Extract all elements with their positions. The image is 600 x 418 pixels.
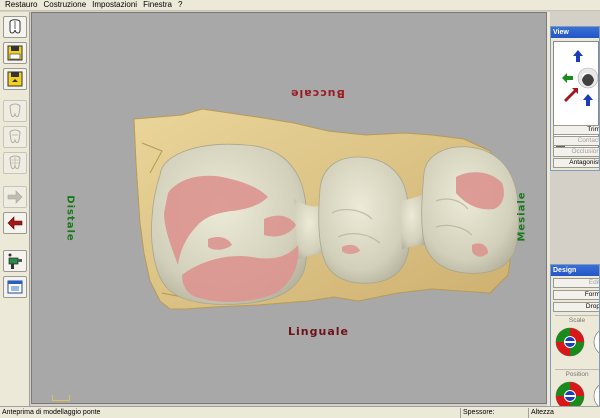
tooth-outline-icon [9, 103, 21, 118]
arrow-right-icon [7, 190, 23, 204]
edit-button[interactable]: Edit [553, 278, 599, 288]
menu-bar: Restauro Costruzione Impostazioni Finest… [0, 0, 600, 11]
arrow-up-icon [573, 50, 583, 62]
status-bar: Anteprima di modellaggio ponte Spessore:… [0, 406, 600, 418]
tooth-grid-button[interactable] [3, 152, 27, 174]
save-button[interactable] [3, 42, 27, 64]
menu-finestra[interactable]: Finestra [140, 0, 175, 10]
tooth-arch-button[interactable] [3, 16, 27, 38]
position-control[interactable] [555, 381, 585, 408]
arrow-left-icon [7, 216, 23, 230]
thickness-field: Spessore: [460, 408, 528, 418]
design-panel-title: Design [551, 265, 599, 276]
position-ring-icon [555, 381, 585, 408]
scale-ring-secondary-icon [593, 330, 599, 354]
arrow-diagonal-icon [564, 88, 578, 102]
view-panel: View + Trim Contact Occlusion Antagonist [550, 26, 600, 171]
mesial-label: Mesiale [516, 191, 528, 242]
scale-control[interactable] [555, 327, 585, 357]
design-panel: Design Edit Form Drop Scale Position [550, 264, 600, 409]
antagonist-button[interactable]: Antagonist [553, 158, 599, 168]
lingual-label: Linguale [288, 325, 349, 338]
tooth-outline-button[interactable] [3, 100, 27, 122]
status-message: Anteprima di modellaggio ponte [2, 409, 101, 416]
paint-tool-button[interactable] [3, 250, 27, 272]
3d-viewport[interactable]: Buccale Linguale Distale Mesiale [31, 12, 547, 404]
preview-window-button[interactable] [3, 276, 27, 298]
save-export-button[interactable] [3, 68, 27, 90]
distal-label: Distale [64, 195, 76, 242]
axis-indicator [52, 395, 70, 401]
form-button[interactable]: Form [553, 290, 599, 300]
save-export-icon [7, 71, 23, 87]
previous-step-button[interactable] [3, 212, 27, 234]
contact-button[interactable]: Contact [553, 136, 599, 146]
drop-button[interactable]: Drop [553, 302, 599, 312]
position-group-label: Position [555, 369, 599, 379]
arrow-left-green-icon [562, 73, 573, 83]
position-control-secondary[interactable] [593, 381, 599, 408]
menu-impostazioni[interactable]: Impostazioni [89, 0, 140, 10]
next-step-button[interactable] [3, 186, 27, 208]
app-window: Restauro Costruzione Impostazioni Finest… [0, 0, 600, 418]
scale-control-secondary[interactable] [593, 327, 599, 357]
view-panel-title: View [551, 27, 599, 38]
paint-gun-icon [8, 253, 22, 269]
scale-group-label: Scale [555, 315, 599, 325]
bridge-model-scene [133, 108, 520, 310]
position-ring-secondary-icon [593, 384, 599, 408]
tooth-arch-icon [9, 19, 21, 34]
occlusion-button[interactable]: Occlusion [553, 147, 599, 157]
crown-premolar [421, 146, 520, 274]
save-yellow-icon [7, 45, 23, 61]
trim-button[interactable]: Trim [553, 125, 599, 135]
tooth-outline-alt-button[interactable] [3, 126, 27, 148]
height-field: Altezza [528, 408, 600, 418]
menu-restauro[interactable]: Restauro [2, 0, 40, 10]
menu-costruzione[interactable]: Costruzione [40, 0, 89, 10]
tooth-grid-icon [9, 155, 21, 170]
buccal-label: Buccale [290, 87, 345, 100]
left-toolbar [0, 12, 30, 406]
scale-ring-icon [555, 327, 585, 357]
arrow-down-icon [583, 94, 593, 106]
window-preview-icon [7, 280, 23, 294]
crown-pontic [318, 156, 411, 284]
menu-help[interactable]: ? [175, 0, 185, 10]
tooth-outline-alt-icon [9, 129, 21, 144]
